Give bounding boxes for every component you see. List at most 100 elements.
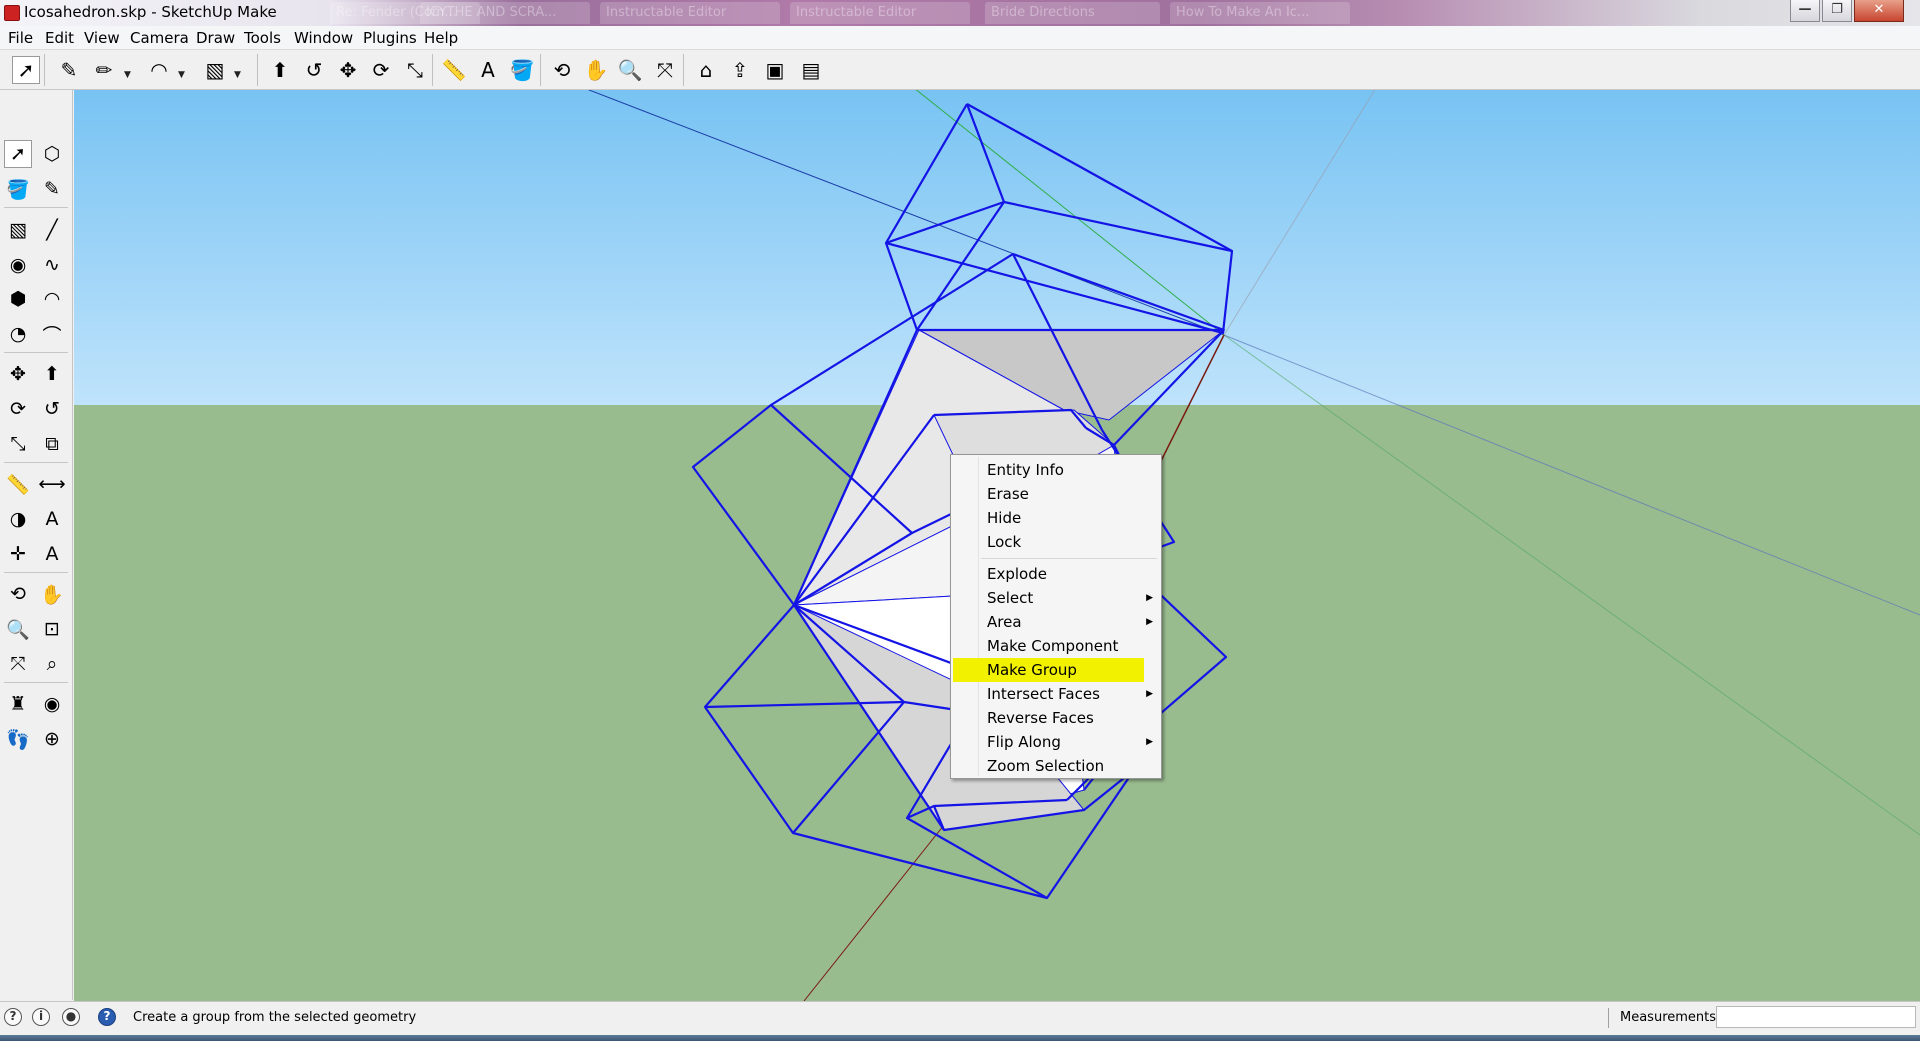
eraser-icon[interactable]: ✎: [55, 56, 83, 84]
select-arrow-icon[interactable]: ➚: [12, 56, 40, 84]
background-tab[interactable]: Instructable Editor: [600, 2, 780, 24]
background-tab[interactable]: ICYTHE AND SCRA...: [420, 2, 590, 24]
polygon-icon[interactable]: ⬢: [4, 285, 32, 313]
menu-file[interactable]: File: [8, 29, 33, 47]
context-menu: Entity Info Erase Hide Lock Explode Sele…: [950, 454, 1162, 779]
zoom-icon[interactable]: 🔍: [4, 615, 32, 643]
menu-window[interactable]: Window: [294, 29, 353, 47]
zoom-extents-icon[interactable]: ⤧: [4, 650, 32, 678]
orbit-icon[interactable]: ⟲: [548, 56, 576, 84]
context-menu-item-reverse-faces[interactable]: Reverse Faces: [953, 706, 1159, 730]
menu-camera[interactable]: Camera: [130, 29, 189, 47]
circle-icon[interactable]: ◉: [4, 251, 32, 279]
context-menu-item-intersect-faces[interactable]: Intersect Faces ▶: [953, 682, 1159, 706]
follow-me-icon[interactable]: ↺: [300, 56, 328, 84]
section-plane-icon[interactable]: ⊕: [38, 725, 66, 753]
layout-icon[interactable]: ▤: [797, 56, 825, 84]
maximize-button[interactable]: ❐: [1822, 0, 1852, 22]
rectangle-icon[interactable]: ▧: [201, 56, 229, 84]
rectangle-icon[interactable]: ▧: [4, 216, 32, 244]
extension-warehouse-icon[interactable]: ▣: [761, 56, 789, 84]
context-menu-item-hide[interactable]: Hide: [953, 506, 1159, 530]
pan-icon[interactable]: ✋: [38, 580, 66, 608]
scale-icon[interactable]: ⤡: [401, 56, 429, 84]
background-tab[interactable]: Instructable Editor: [790, 2, 970, 24]
paint-bucket-icon[interactable]: 🪣: [508, 56, 536, 84]
context-menu-item-area[interactable]: Area ▶: [953, 610, 1159, 634]
move-icon[interactable]: ✥: [4, 360, 32, 388]
axes-icon[interactable]: ✛: [4, 540, 32, 568]
context-menu-item-explode[interactable]: Explode: [953, 562, 1159, 586]
pencil-icon[interactable]: ✏: [90, 56, 118, 84]
menu-edit[interactable]: Edit: [45, 29, 74, 47]
zoom-extents-icon[interactable]: ⤧: [651, 56, 679, 84]
background-tab[interactable]: Bride Directions: [985, 2, 1160, 24]
dropdown-arrow-icon[interactable]: ▼: [124, 70, 131, 80]
eraser-icon[interactable]: ✎: [38, 175, 66, 203]
pie-icon[interactable]: ◔: [4, 320, 32, 348]
context-menu-item-entity-info[interactable]: Entity Info: [953, 458, 1159, 482]
offset-icon[interactable]: ⧉: [38, 430, 66, 458]
3d-text-icon[interactable]: A: [38, 540, 66, 568]
paint-bucket-icon[interactable]: 🪣: [4, 175, 32, 203]
menu-tools[interactable]: Tools: [244, 29, 281, 47]
menu-help[interactable]: Help: [424, 29, 458, 47]
make-component-icon[interactable]: ⬡: [38, 140, 66, 168]
arc-icon[interactable]: ◠: [38, 285, 66, 313]
share-model-icon[interactable]: ⇪: [726, 56, 754, 84]
tape-measure-icon[interactable]: 📏: [4, 470, 32, 498]
rotate-icon[interactable]: ⟳: [367, 56, 395, 84]
menu-item-label: Hide: [987, 509, 1022, 527]
zoom-window-icon[interactable]: ⊡: [38, 615, 66, 643]
text-icon[interactable]: A: [38, 505, 66, 533]
dimension-icon[interactable]: ⟷: [38, 470, 66, 498]
green-axis-line: [915, 90, 1225, 336]
menu-item-label: Make Group: [987, 661, 1077, 679]
text-icon[interactable]: A: [474, 56, 502, 84]
geolocation-icon[interactable]: ?: [4, 1008, 22, 1026]
previous-view-icon[interactable]: ⌕: [38, 650, 66, 678]
protractor-icon[interactable]: ◑: [4, 505, 32, 533]
close-button[interactable]: ✕: [1854, 0, 1904, 22]
orbit-icon[interactable]: ⟲: [4, 580, 32, 608]
menu-view[interactable]: View: [84, 29, 120, 47]
tape-measure-icon[interactable]: 📏: [440, 56, 468, 84]
toolbar-separator: [4, 352, 68, 353]
context-menu-item-make-group[interactable]: Make Group: [953, 658, 1144, 682]
measurements-input[interactable]: [1716, 1006, 1916, 1028]
walk-icon[interactable]: 👣: [4, 725, 32, 753]
context-menu-item-erase[interactable]: Erase: [953, 482, 1159, 506]
help-icon[interactable]: ?: [98, 1008, 116, 1026]
look-around-icon[interactable]: ◉: [38, 690, 66, 718]
context-menu-item-select[interactable]: Select ▶: [953, 586, 1159, 610]
push-pull-icon[interactable]: ⬆: [266, 56, 294, 84]
context-menu-item-make-component[interactable]: Make Component: [953, 634, 1159, 658]
context-menu-separator: [981, 558, 1157, 559]
menu-plugins[interactable]: Plugins: [363, 29, 417, 47]
context-menu-item-zoom-selection[interactable]: Zoom Selection: [953, 754, 1159, 778]
dropdown-arrow-icon[interactable]: ▼: [178, 70, 185, 80]
push-pull-icon[interactable]: ⬆: [38, 360, 66, 388]
context-menu-item-flip-along[interactable]: Flip Along ▶: [953, 730, 1159, 754]
pan-icon[interactable]: ✋: [582, 56, 610, 84]
minimize-button[interactable]: —: [1790, 0, 1820, 22]
get-models-icon[interactable]: ⌂: [692, 56, 720, 84]
move-icon[interactable]: ✥: [334, 56, 362, 84]
position-camera-icon[interactable]: ♜: [4, 690, 32, 718]
menu-draw[interactable]: Draw: [196, 29, 235, 47]
background-tab[interactable]: How To Make An Ic...: [1170, 2, 1350, 24]
follow-me-icon[interactable]: ↺: [38, 395, 66, 423]
freehand-icon[interactable]: ∿: [38, 251, 66, 279]
dropdown-arrow-icon[interactable]: ▼: [234, 70, 241, 80]
submenu-arrow-icon: ▶: [1146, 617, 1153, 627]
two-point-arc-icon[interactable]: ⌒: [38, 320, 66, 348]
arc-icon[interactable]: ◠: [145, 56, 173, 84]
zoom-icon[interactable]: 🔍: [616, 56, 644, 84]
scale-icon[interactable]: ⤡: [4, 430, 32, 458]
user-icon[interactable]: ●: [62, 1008, 80, 1026]
line-icon[interactable]: ╱: [38, 216, 66, 244]
context-menu-item-lock[interactable]: Lock: [953, 530, 1159, 554]
rotate-icon[interactable]: ⟳: [4, 395, 32, 423]
select-arrow-icon[interactable]: ➚: [4, 140, 32, 168]
credits-icon[interactable]: i: [32, 1008, 50, 1026]
